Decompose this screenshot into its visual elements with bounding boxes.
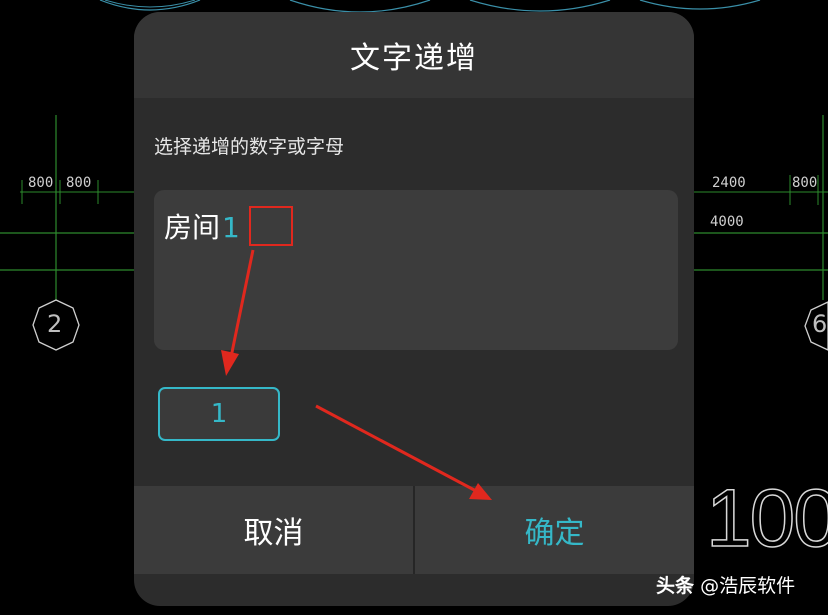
dimension-text: 4000	[710, 214, 744, 230]
text-increment-dialog: 文字递增 选择递增的数字或字母 房间1 1 取消 确定	[134, 12, 694, 606]
dialog-button-bar: 取消 确定	[134, 486, 694, 574]
axis-label-right: 6	[812, 310, 828, 338]
watermark: 头条 @浩辰软件	[656, 571, 795, 598]
cad-arc	[289, 0, 431, 13]
highlight-annotation-box	[249, 206, 293, 246]
cancel-button[interactable]: 取消	[134, 486, 415, 574]
text-prefix: 房间	[164, 211, 221, 244]
dimension-text: 800	[66, 175, 92, 191]
dialog-title: 文字递增	[350, 41, 478, 76]
screen: 800 800 2400 800 4000 2 6 100 文字递增 选择递增的…	[0, 0, 828, 615]
dialog-header: 文字递增	[134, 12, 694, 98]
watermark-handle: @浩辰软件	[700, 575, 796, 597]
axis-label-left: 2	[47, 310, 63, 338]
dimension-text: 800	[792, 175, 818, 191]
text-preview-content: 房间1	[164, 208, 668, 248]
confirm-button[interactable]: 确定	[415, 486, 694, 574]
cad-large-text: 100	[705, 473, 828, 564]
cad-arc	[639, 0, 761, 10]
increment-value-field[interactable]: 1	[158, 387, 280, 441]
cad-arc	[469, 0, 611, 12]
text-preview-area[interactable]: 房间1	[154, 190, 678, 350]
dimension-text: 2400	[712, 175, 746, 191]
dimension-text: 800	[28, 175, 54, 191]
selectable-char[interactable]: 1	[220, 211, 246, 244]
instruction-label: 选择递增的数字或字母	[154, 136, 345, 158]
watermark-source: 头条	[656, 575, 695, 597]
cad-arc	[99, 0, 201, 11]
